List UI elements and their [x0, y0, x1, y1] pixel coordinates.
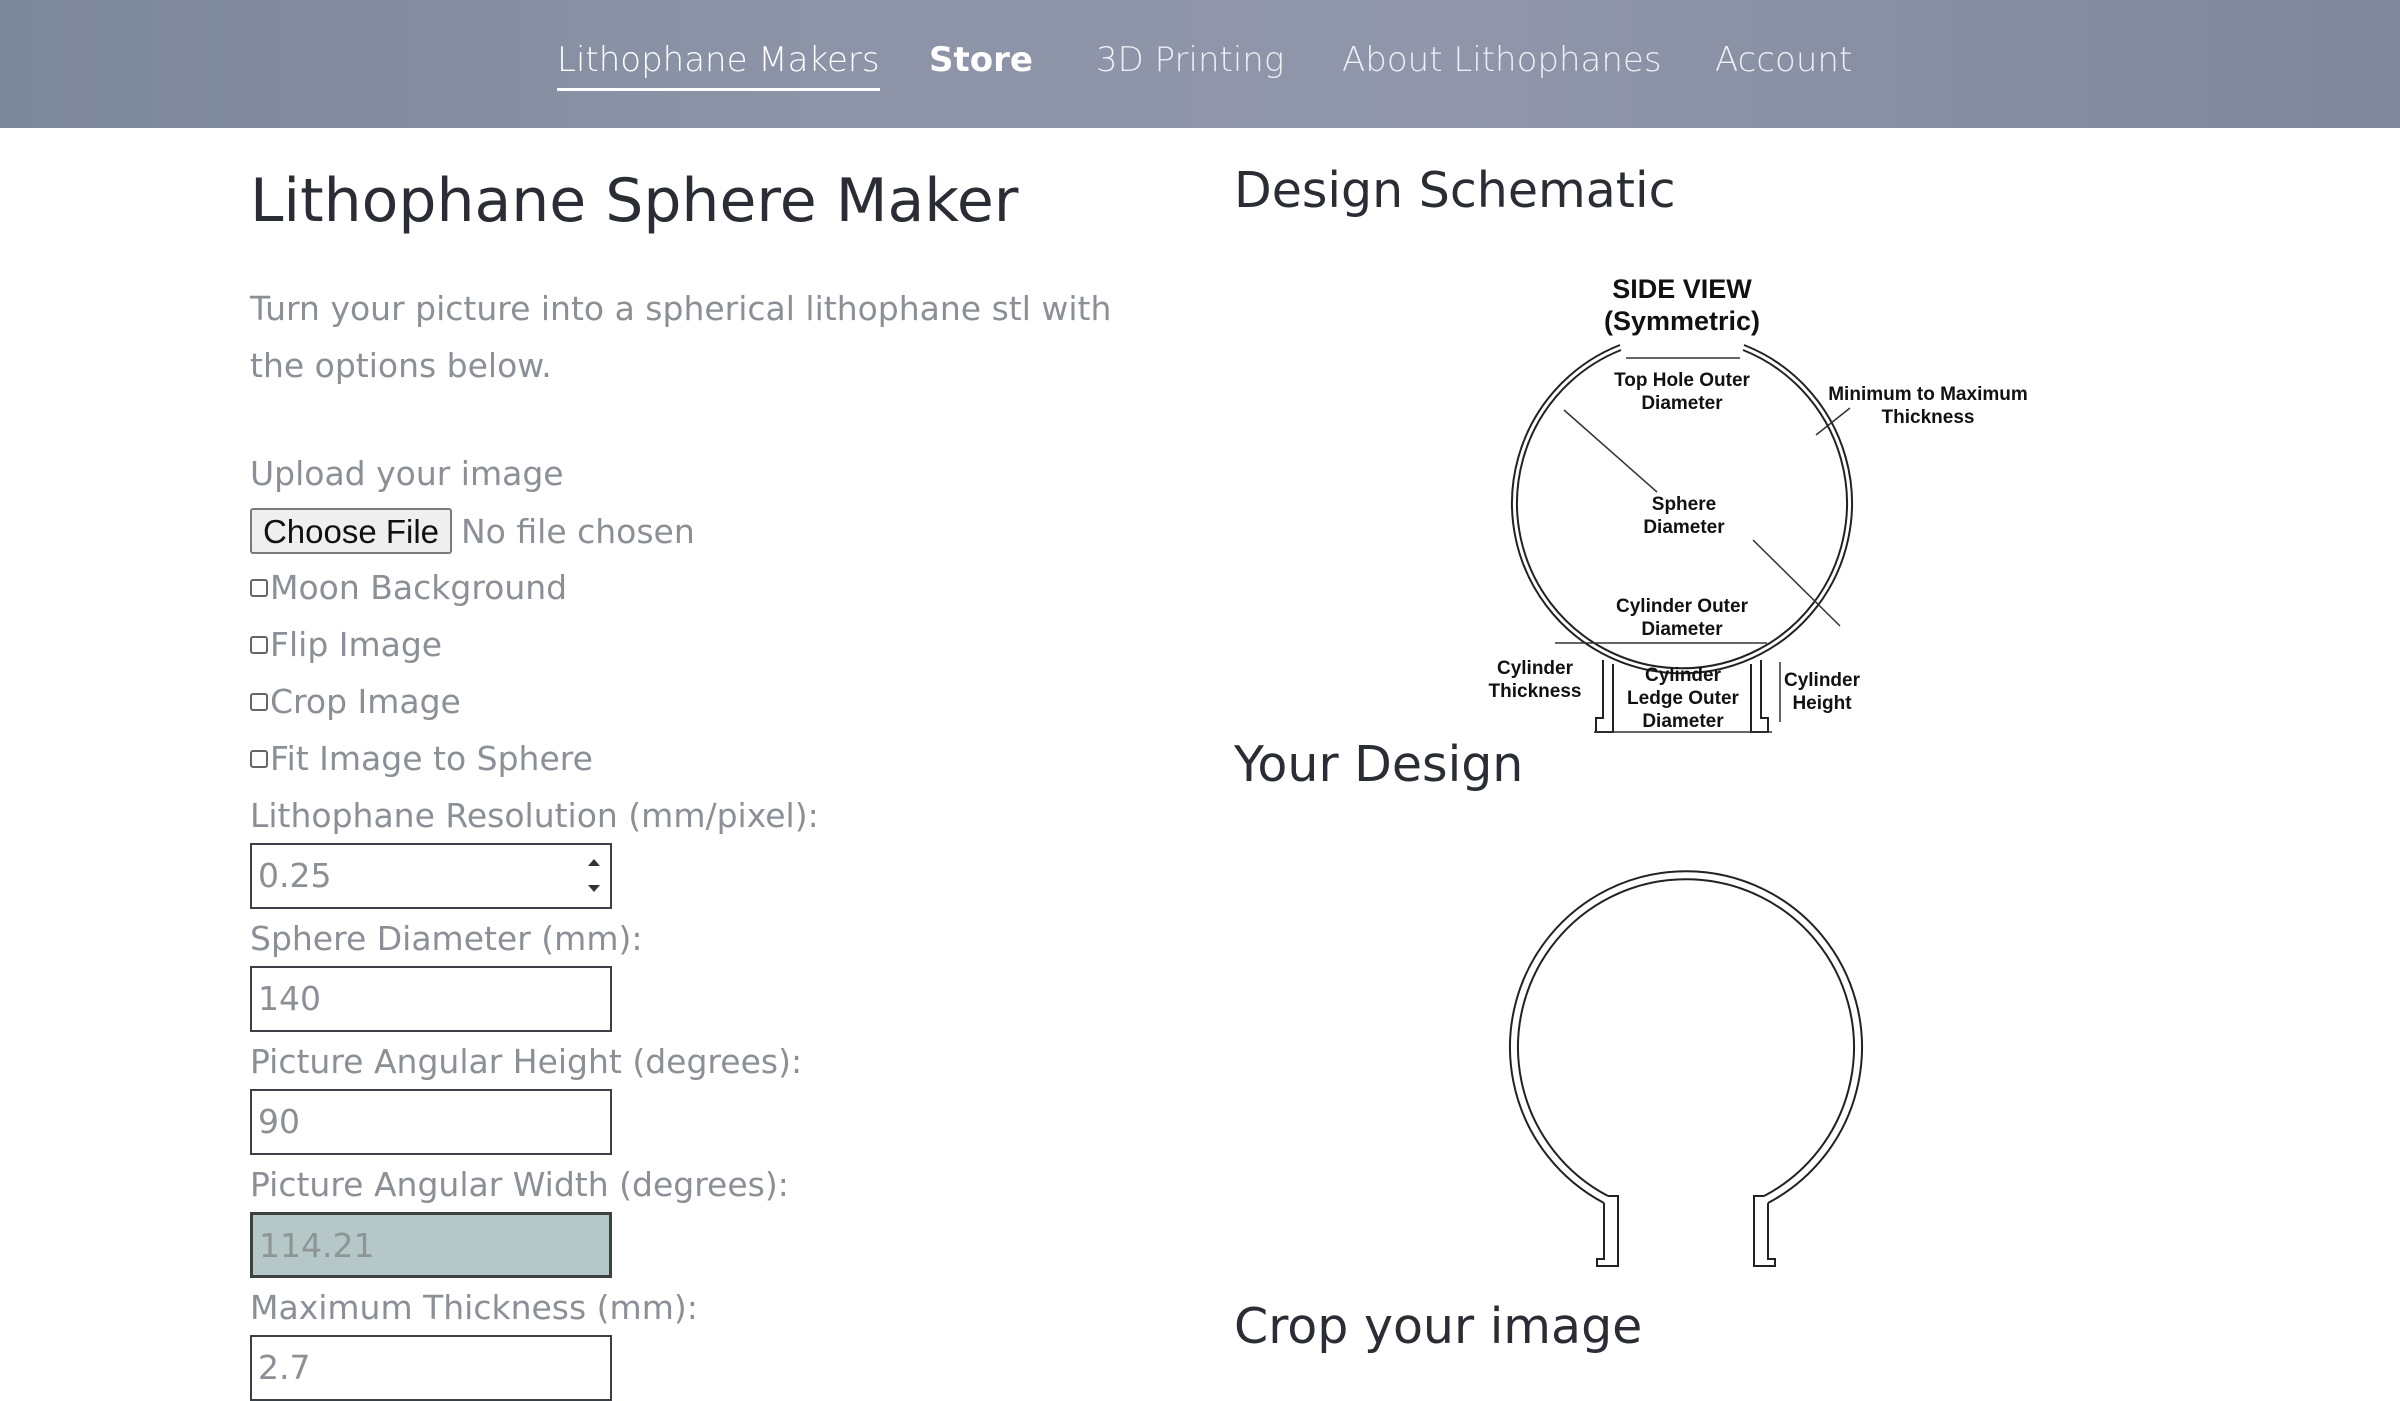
- angular-width-value: 114.21: [259, 1226, 375, 1265]
- schematic-top-hole-1: Top Hole Outer: [1614, 370, 1750, 391]
- resolution-stepper[interactable]: [586, 855, 602, 899]
- moon-background-checkbox[interactable]: [250, 578, 268, 597]
- fit-image-label: Fit Image to Sphere: [270, 739, 593, 778]
- schematic-cyl-ledge-2: Ledge Outer: [1627, 688, 1740, 709]
- your-design-heading: Your Design: [1234, 736, 1524, 793]
- spin-up-icon[interactable]: [588, 859, 600, 866]
- schematic-cyl-outer-2: Diameter: [1641, 619, 1723, 640]
- side-view-schematic: SIDE VIEW (Symmetric) Top Hole Outer Dia…: [1489, 274, 2028, 733]
- schematic-sphere-1: Sphere: [1652, 494, 1716, 515]
- flip-image-label: Flip Image: [270, 625, 443, 664]
- angular-width-input: 114.21: [250, 1212, 612, 1278]
- crop-image-checkbox[interactable]: [250, 692, 268, 711]
- moon-background-option[interactable]: Moon Background: [250, 568, 567, 607]
- schematic-cyl-ledge-3: Diameter: [1642, 711, 1724, 732]
- resolution-input[interactable]: 0.25: [250, 843, 612, 909]
- file-status-text: No file chosen: [461, 512, 695, 551]
- page-title: Lithophane Sphere Maker: [250, 166, 1019, 236]
- resolution-value: 0.25: [258, 856, 332, 895]
- sphere-diameter-label: Sphere Diameter (mm):: [250, 919, 643, 958]
- nav-account[interactable]: Account: [1715, 40, 1852, 80]
- nav-about-lithophanes[interactable]: About Lithophanes: [1342, 40, 1662, 80]
- schematic-cyl-height-2: Height: [1792, 693, 1852, 714]
- fit-image-checkbox[interactable]: [250, 749, 268, 768]
- schematic-symmetric: (Symmetric): [1604, 306, 1760, 336]
- nav-3d-printing[interactable]: 3D Printing: [1096, 40, 1284, 80]
- sphere-diameter-input[interactable]: 140: [250, 966, 612, 1032]
- schematic-cyl-height-1: Cylinder: [1784, 670, 1861, 691]
- schematic-min-max-1: Minimum to Maximum: [1828, 384, 2028, 405]
- schematic-cyl-ledge-1: Cylinder: [1645, 665, 1722, 686]
- max-thickness-input[interactable]: 2.7: [250, 1335, 612, 1401]
- angular-height-input[interactable]: 90: [250, 1089, 612, 1155]
- schematic-cyl-thick-2: Thickness: [1489, 681, 1582, 702]
- angular-width-label: Picture Angular Width (degrees):: [250, 1165, 789, 1204]
- schematic-top-hole-2: Diameter: [1641, 393, 1723, 414]
- nav-lithophane-makers[interactable]: Lithophane Makers: [557, 40, 880, 91]
- spin-down-icon[interactable]: [588, 885, 600, 892]
- schematic-min-max-2: Thickness: [1882, 407, 1975, 428]
- max-thickness-label: Maximum Thickness (mm):: [250, 1288, 698, 1327]
- flip-image-checkbox[interactable]: [250, 635, 268, 654]
- fit-image-option[interactable]: Fit Image to Sphere: [250, 739, 593, 778]
- schematic-cyl-outer-1: Cylinder Outer: [1616, 596, 1749, 617]
- sphere-diameter-value: 140: [258, 979, 321, 1018]
- intro-text: Turn your picture into a spherical litho…: [250, 289, 1112, 385]
- top-navbar: Lithophane Makers Store 3D Printing Abou…: [0, 0, 2400, 128]
- crop-image-heading: Crop your image: [1234, 1298, 1643, 1355]
- schematic-sphere-2: Diameter: [1643, 517, 1725, 538]
- angular-height-label: Picture Angular Height (degrees):: [250, 1042, 803, 1081]
- moon-background-label: Moon Background: [270, 568, 568, 607]
- design-preview: [1509, 870, 1863, 1267]
- upload-label: Upload your image: [250, 454, 564, 493]
- crop-image-option[interactable]: Crop Image: [250, 682, 461, 721]
- crop-image-label: Crop Image: [270, 682, 461, 721]
- nav-store[interactable]: Store: [929, 40, 1033, 80]
- choose-file-button[interactable]: Choose File: [250, 508, 452, 554]
- flip-image-option[interactable]: Flip Image: [250, 625, 442, 664]
- resolution-label: Lithophane Resolution (mm/pixel):: [250, 796, 819, 835]
- max-thickness-value: 2.7: [258, 1348, 311, 1387]
- design-schematic-heading: Design Schematic: [1234, 162, 1676, 219]
- angular-height-value: 90: [258, 1102, 300, 1141]
- schematic-side-view: SIDE VIEW: [1612, 274, 1752, 304]
- schematic-cyl-thick-1: Cylinder: [1497, 658, 1574, 679]
